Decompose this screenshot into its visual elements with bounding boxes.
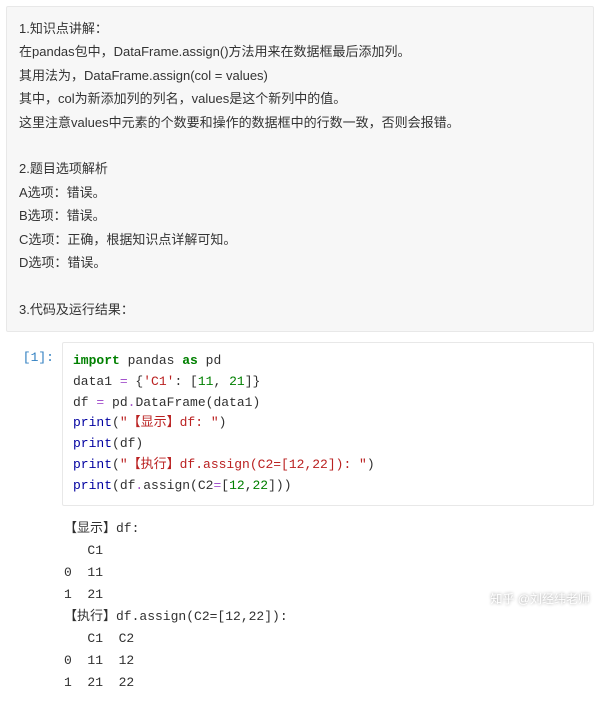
markdown-line: 2.题目选项解析	[19, 157, 581, 180]
string-literal: "【执行】df.assign(C2=[12,22]): "	[120, 457, 367, 472]
markdown-line: 这里注意values中元素的个数要和操作的数据框中的行数一致，否则会报错。	[19, 111, 581, 134]
output-cell: 【显示】df: C1 0 11 1 21 【执行】df.assign(C2=[1…	[54, 512, 594, 705]
number-literal: 22	[253, 478, 269, 493]
builtin-print: print	[73, 457, 112, 472]
markdown-line: A选项：错误。	[19, 181, 581, 204]
watermark: 知乎 @刘经纬老师	[472, 590, 590, 607]
watermark-text: 知乎 @刘经纬老师	[490, 590, 590, 607]
code-text: DataFrame	[135, 395, 205, 410]
markdown-line	[19, 134, 581, 157]
code-text: pandas	[120, 353, 182, 368]
markdown-line: 1.知识点讲解：	[19, 17, 581, 40]
string-literal: 'C1'	[143, 374, 174, 389]
code-text: data1	[73, 374, 120, 389]
paren: (C2	[190, 478, 213, 493]
markdown-cell: 1.知识点讲解：在pandas包中，DataFrame.assign()方法用来…	[6, 6, 594, 332]
brace: ]}	[245, 374, 261, 389]
zhihu-icon	[472, 592, 486, 606]
code-row: [1]: import pandas as pd data1 = {'C1': …	[6, 342, 594, 506]
markdown-line: 3.代码及运行结果：	[19, 298, 581, 321]
paren: (	[112, 457, 120, 472]
paren: (df)	[112, 436, 143, 451]
bracket: [	[221, 478, 229, 493]
markdown-line: 其用法为，DataFrame.assign(col = values)	[19, 64, 581, 87]
comma: ,	[213, 374, 229, 389]
code-cell: import pandas as pd data1 = {'C1': [11, …	[62, 342, 594, 506]
markdown-line: C选项：正确，根据知识点详解可知。	[19, 228, 581, 251]
markdown-line: 其中，col为新添加列的列名，values是这个新列中的值。	[19, 87, 581, 110]
bracket: : [	[174, 374, 197, 389]
number-literal: 11	[198, 374, 214, 389]
paren: )	[367, 457, 375, 472]
markdown-line: D选项：错误。	[19, 251, 581, 274]
string-literal: "【显示】df: "	[120, 415, 219, 430]
operator: =	[120, 374, 128, 389]
code-text: pd	[198, 353, 221, 368]
keyword-import: import	[73, 353, 120, 368]
brace: {	[128, 374, 144, 389]
markdown-line: 在pandas包中，DataFrame.assign()方法用来在数据框最后添加…	[19, 40, 581, 63]
builtin-print: print	[73, 415, 112, 430]
markdown-line: B选项：错误。	[19, 204, 581, 227]
code-text: pd	[104, 395, 127, 410]
paren: (	[112, 415, 120, 430]
number-literal: 21	[229, 374, 245, 389]
keyword-as: as	[182, 353, 198, 368]
paren: (data1)	[206, 395, 261, 410]
paren: )	[219, 415, 227, 430]
code-text: assign	[143, 478, 190, 493]
paren: (df	[112, 478, 135, 493]
builtin-print: print	[73, 436, 112, 451]
markdown-line	[19, 274, 581, 297]
paren: ]))	[268, 478, 291, 493]
comma: ,	[245, 478, 253, 493]
builtin-print: print	[73, 478, 112, 493]
input-prompt: [1]:	[6, 342, 62, 365]
code-text: df	[73, 395, 96, 410]
number-literal: 12	[229, 478, 245, 493]
